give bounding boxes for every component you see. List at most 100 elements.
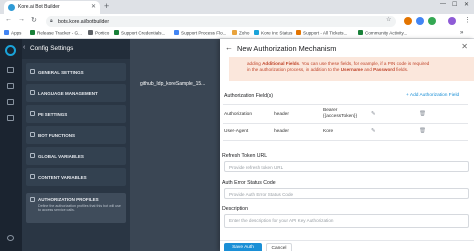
reload-icon[interactable]: ↻ [31,16,37,24]
panel-title: Config Settings [30,45,74,52]
bookmark-item[interactable]: Kore Inc Status [254,30,292,36]
extension-icon[interactable] [416,17,424,25]
bookmark-item[interactable]: Portico [88,30,109,36]
star-icon[interactable]: ☆ [386,16,391,23]
info-bold: Username [340,67,363,73]
bookmarks-overflow-icon[interactable]: » [460,30,463,36]
menu-general-settings[interactable]: GENERAL SETTINGS [26,63,126,81]
field-name: User-Agent [224,129,249,134]
sheets-icon [358,30,363,35]
menu-label: PII SETTINGS [38,111,68,117]
nav-analyze-icon[interactable] [7,99,14,105]
nav-settings-icon[interactable] [7,115,14,121]
info-line-2: in the authorization process, in additio… [247,67,474,73]
refresh-token-label: Refresh Token URL [222,153,268,159]
info-banner: adding Additional Fields. You can use th… [229,57,474,81]
bookmark-label: Community Activity... [365,30,408,36]
close-tab-icon[interactable]: ✕ [91,3,96,10]
new-tab-button[interactable]: + [104,1,109,11]
description-label: Description [222,206,248,212]
save-auth-button[interactable]: Save Auth [224,243,262,251]
bookmark-label: Kore Inc Status [261,30,293,36]
bookmark-item[interactable]: Zoho [232,30,249,36]
extension-icon[interactable] [404,17,412,25]
lock-icon [30,197,35,202]
extension-icon[interactable] [428,17,436,25]
bookmark-label: Support Process Flo... [181,30,227,36]
refresh-token-input[interactable]: Provide refresh token URL [224,161,469,172]
menu-global-variables[interactable]: GLOBAL VARIABLES [26,147,126,165]
bookmark-label: Release Tracker - G... [37,30,82,36]
variables-icon [30,153,35,158]
bookmark-item[interactable]: Support - All Tickets... [296,30,347,36]
bookmark-item[interactable]: Apps [4,30,21,36]
back-arrow-icon[interactable]: ← [225,43,233,52]
content-variables-icon [30,174,35,179]
edit-pencil-icon[interactable]: ✎ [371,128,376,134]
bookmark-label: Support Credentials... [121,30,166,36]
add-auth-field-link[interactable]: + Add Authorization Field [406,93,459,98]
menu-authorization-profiles[interactable]: AUTHORIZATION PROFILES Define the author… [26,193,126,223]
bookmark-item[interactable]: Support Credentials... [114,30,165,36]
sheets-icon [114,30,119,35]
cancel-button[interactable]: Cancel [266,243,292,251]
new-auth-mechanism-dialog: ← New Authorization Mechanism ✕ adding A… [220,39,474,251]
maximize-icon[interactable]: ☐ [452,1,457,8]
menu-pii-settings[interactable]: PII SETTINGS [26,105,126,123]
menu-bot-functions[interactable]: BOT FUNCTIONS [26,126,126,144]
info-text: adding [247,61,263,66]
close-icon[interactable]: ✕ [461,42,468,51]
browser-tabstrip: Kore.ai Bot Builder ✕ + — ☐ ✕ [0,0,474,14]
minimize-icon[interactable]: — [440,1,446,7]
back-arrow-icon[interactable]: ← [5,16,12,23]
table-divider [223,104,468,105]
auth-profiles-list: github_Idp_koreSample_15... [130,39,220,251]
kore-logo-icon[interactable] [5,45,16,56]
browser-tab[interactable]: Kore.ai Bot Builder ✕ [4,1,100,14]
address-bar[interactable]: 🔒︎ bots.kore.ai/botbuilder [46,16,396,27]
dialog-title: New Authorization Mechanism [237,44,337,53]
bookmark-label: Support - All Tickets... [303,30,348,36]
field-value: Bearer {{accessToken}} [323,108,357,120]
menu-label: BOT FUNCTIONS [38,132,75,138]
bookmark-item[interactable]: Release Tracker - G... [30,30,82,36]
close-window-icon[interactable]: ✕ [464,1,469,8]
info-text: . You can use these fields, for example,… [299,61,430,66]
auth-error-status-label: Auth Error Status Code [222,180,276,186]
menu-label: AUTHORIZATION PROFILES [38,197,99,202]
field-value: Kore [323,129,334,134]
screen: Kore.ai Bot Builder ✕ + — ☐ ✕ ← → ↻ 🔒︎ b… [0,0,474,251]
trash-icon[interactable]: 🗑︎ [419,128,426,134]
forward-arrow-icon[interactable]: → [18,16,25,23]
nav-deploy-icon[interactable] [7,83,14,89]
kore-favicon-icon [8,4,15,11]
table-divider [223,123,468,124]
config-settings-panel: ‹ Config Settings GENERAL SETTINGS LANGU… [22,39,130,251]
bookmark-item[interactable]: Support Process Flo... [174,30,226,36]
menu-content-variables[interactable]: CONTENT VARIABLES [26,168,126,186]
sheets-icon [30,30,35,35]
info-bold: Additional Fields [262,61,300,66]
bookmark-item[interactable]: Community Activity... [358,30,407,36]
nav-help-icon[interactable] [7,235,14,241]
nav-build-icon[interactable] [7,67,14,73]
description-textarea[interactable]: Enter the description for your API Key A… [224,214,469,228]
trash-icon[interactable]: 🗑︎ [419,111,426,117]
field-name: Authorization [224,112,252,117]
kebab-menu-icon[interactable]: ⋮ [464,16,471,24]
lock-icon: 🔒︎ [50,18,53,24]
menu-language-management[interactable]: LANGUAGE MANAGEMENT [26,84,126,102]
apps-grid-icon [4,30,9,35]
menu-description: Define the authorization profiles that t… [38,203,121,212]
auth-error-status-input[interactable]: Provide Auth Error Status Code [224,188,469,199]
kore-icon [254,30,259,35]
profile-avatar-icon[interactable] [448,17,456,25]
browser-toolbar: ← → ↻ 🔒︎ bots.kore.ai/botbuilder ☆ ⋮ [0,14,474,29]
profile-name[interactable]: github_Idp_koreSample_15... [140,81,205,87]
language-icon [30,90,35,95]
docs-icon [174,30,179,35]
edit-pencil-icon[interactable]: ✎ [371,111,376,117]
bookmark-label: Apps [11,30,22,36]
chevron-left-icon[interactable]: ‹ [23,44,25,51]
settings-icon [30,69,35,74]
